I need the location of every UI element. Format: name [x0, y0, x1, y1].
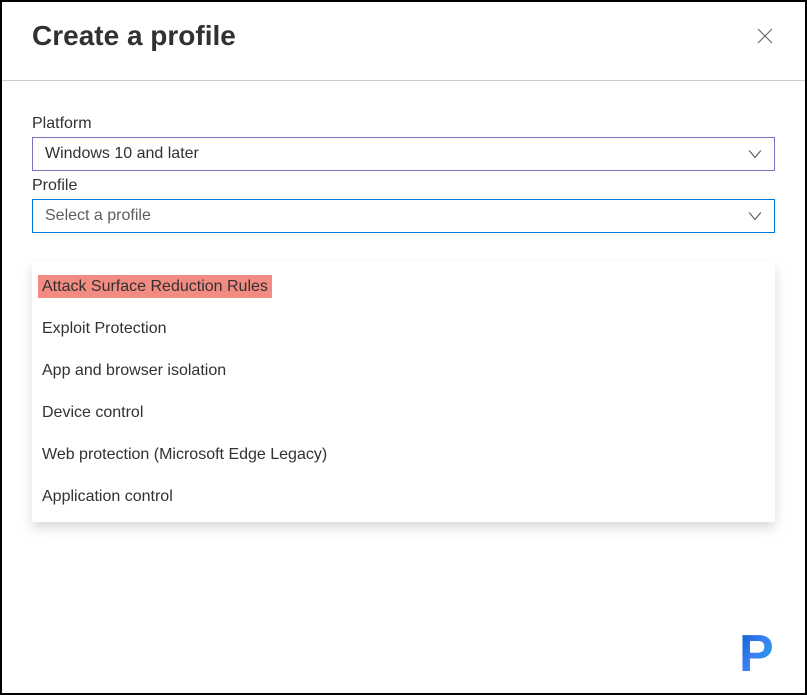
brand-logo: P [731, 621, 795, 685]
profile-label: Profile [32, 177, 775, 195]
profile-dropdown: Attack Surface Reduction Rules Exploit P… [32, 262, 775, 522]
dropdown-item[interactable]: Application control [32, 476, 775, 518]
dialog-header: Create a profile [2, 2, 805, 81]
profile-placeholder: Select a profile [45, 207, 151, 225]
platform-value: Windows 10 and later [45, 145, 199, 163]
dropdown-item[interactable]: Attack Surface Reduction Rules [32, 266, 775, 308]
platform-select[interactable]: Windows 10 and later [32, 137, 775, 171]
close-button[interactable] [755, 26, 775, 46]
dropdown-item[interactable]: Device control [32, 392, 775, 434]
profile-select[interactable]: Select a profile [32, 199, 775, 233]
chevron-down-icon [748, 147, 762, 161]
dropdown-item[interactable]: Web protection (Microsoft Edge Legacy) [32, 434, 775, 476]
platform-label: Platform [32, 115, 775, 133]
chevron-down-icon [748, 209, 762, 223]
svg-text:P: P [739, 625, 774, 683]
dropdown-item[interactable]: Exploit Protection [32, 308, 775, 350]
dropdown-item[interactable]: App and browser isolation [32, 350, 775, 392]
close-icon [757, 28, 773, 44]
dialog-title: Create a profile [32, 20, 236, 52]
dialog-content: Platform Windows 10 and later Profile Se… [2, 81, 805, 259]
